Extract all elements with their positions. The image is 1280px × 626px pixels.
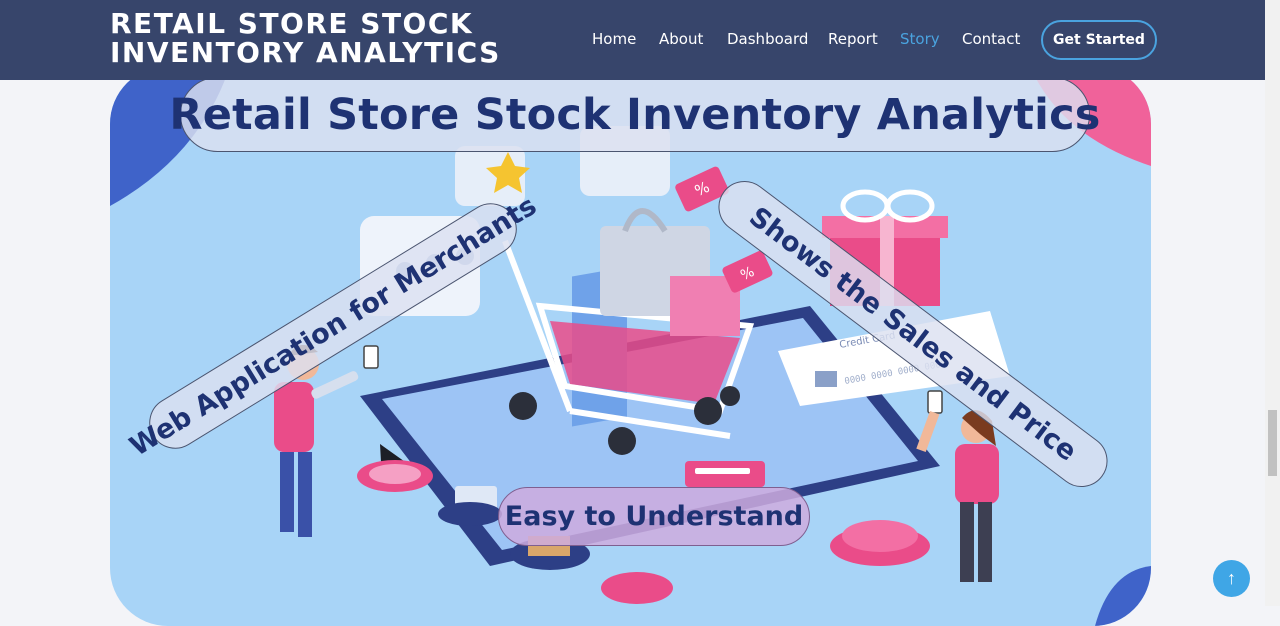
page-scrollbar[interactable]	[1265, 0, 1280, 606]
nav-story[interactable]: Story	[900, 30, 940, 48]
scrollbar-thumb[interactable]	[1268, 410, 1277, 476]
blob-bottom-right	[1095, 566, 1151, 626]
arrow-up-icon: ↑	[1227, 568, 1236, 588]
nav-contact[interactable]: Contact	[962, 30, 1020, 48]
hero-title: Retail Store Stock Inventory Analytics	[169, 77, 1100, 152]
brand-logo[interactable]: RETAIL STORE STOCK INVENTORY ANALYTICS	[110, 9, 501, 67]
hero-banner: % % Credit Card 0000 0000 0000 0000 Reta…	[110, 66, 1151, 626]
brand-line-2: INVENTORY ANALYTICS	[110, 36, 501, 69]
site-header: RETAIL STORE STOCK INVENTORY ANALYTICS H…	[0, 0, 1265, 80]
brand-line-1: RETAIL STORE STOCK	[110, 7, 474, 40]
nav-home[interactable]: Home	[592, 30, 636, 48]
tag-easy-understand: Easy to Understand	[498, 487, 810, 546]
nav-report[interactable]: Report	[828, 30, 878, 48]
nav-about[interactable]: About	[659, 30, 703, 48]
back-to-top-button[interactable]: ↑	[1213, 560, 1250, 597]
nav-dashboard[interactable]: Dashboard	[727, 30, 808, 48]
get-started-button[interactable]: Get Started	[1041, 20, 1157, 60]
